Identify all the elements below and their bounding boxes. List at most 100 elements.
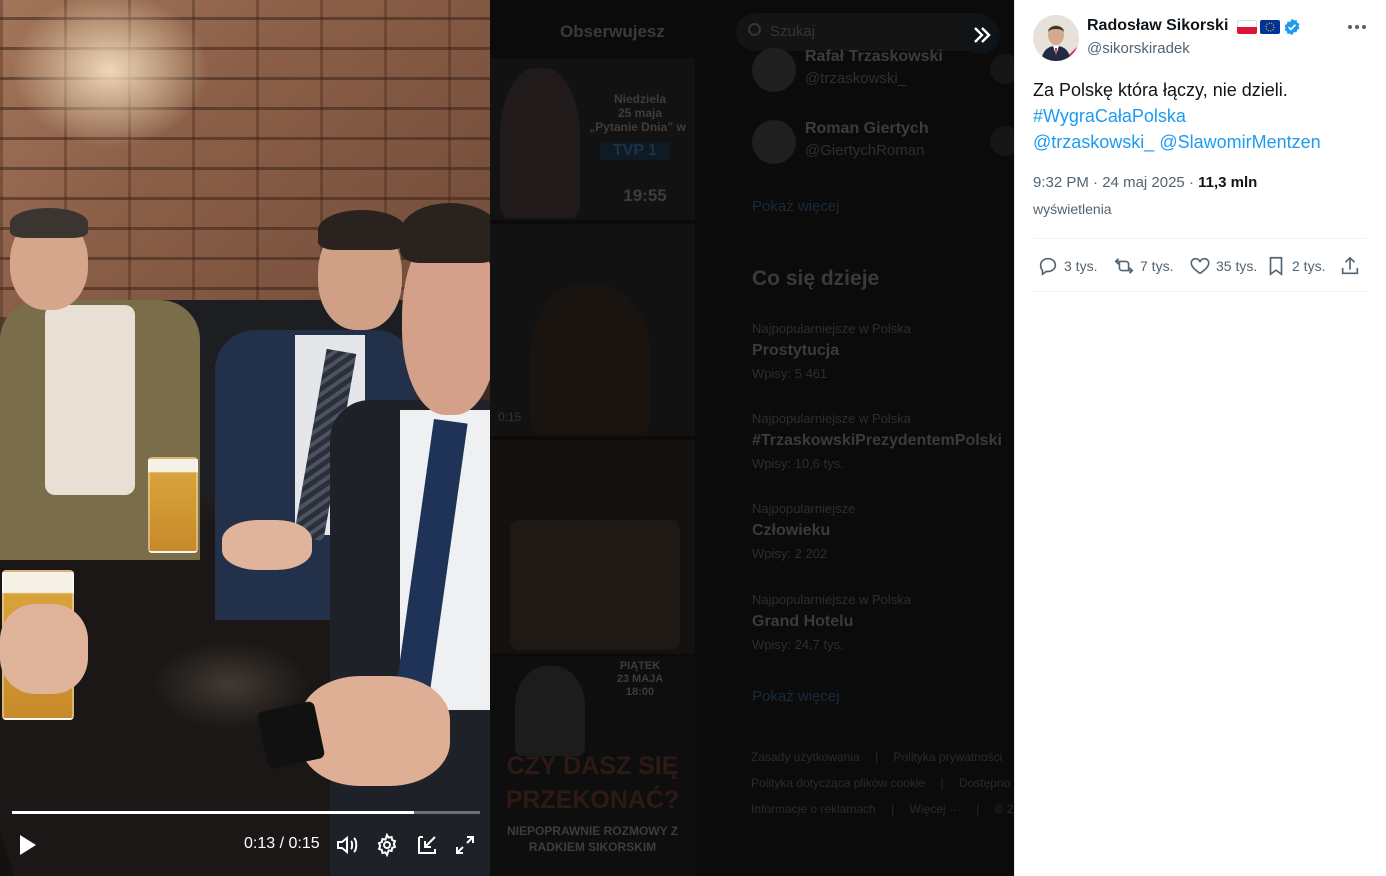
more-options-icon[interactable] [1345, 16, 1369, 36]
bookmark-button[interactable]: 2 tys. [1265, 252, 1325, 280]
suggestion-name: Roman Giertych [805, 120, 929, 137]
trend-item: Najpopularniejsze w Polska Prostytucja W… [752, 321, 911, 381]
trend-title: Człowieku [752, 522, 831, 539]
repost-icon [1114, 258, 1134, 274]
poster-line1: Niedziela [613, 92, 667, 106]
search-box: Szukaj [736, 13, 996, 51]
avatar-portrait [1033, 15, 1079, 61]
divider [1033, 238, 1367, 239]
footer-line: Zasady użytkowania | Polityka prywatnośc… [751, 750, 1003, 764]
poland-flag-icon [1237, 20, 1257, 34]
video-hand [222, 520, 312, 570]
mention-link[interactable]: @SlawomirMentzen [1159, 132, 1320, 152]
trend-item: Najpopularniejsze w Polska Grand Hotelu … [752, 592, 911, 652]
tweet-detail-panel: Radosław Sikorski @sikorskiradek Za Pols… [1014, 0, 1386, 876]
author-name[interactable]: Radosław Sikorski [1087, 17, 1228, 35]
video-progress-fill [12, 811, 415, 814]
video-controls: 0:13 / 0:15 [0, 826, 490, 866]
video-beer-glass [148, 457, 198, 553]
book-sub2: RADKIEM SIKORSKIM [528, 840, 657, 854]
footer-link: Informacje o reklamach [751, 802, 876, 816]
book-title1: CZY DASZ SIĘ [506, 752, 679, 780]
following-tab: Obserwujesz [560, 22, 665, 41]
like-button[interactable]: 35 tys. [1189, 252, 1257, 280]
trend-context: Najpopularniejsze w Polska [752, 592, 911, 607]
video-current-time: 0:13 [244, 835, 276, 852]
reply-button[interactable]: 3 tys. [1037, 252, 1097, 280]
tweet-actions: 3 tys. 7 tys. 35 tys. 2 tys. [1033, 252, 1367, 280]
video-phone [256, 700, 326, 770]
verified-badge-icon [1284, 18, 1300, 36]
follow-button [990, 126, 1014, 156]
divider [1033, 291, 1367, 292]
show-more-link: Pokaż więcej [752, 688, 840, 705]
search-icon [748, 23, 761, 36]
search-placeholder: Szukaj [770, 23, 816, 40]
video-hand [0, 604, 88, 694]
book-date2: 23 MAJA [616, 673, 664, 685]
tweet-time[interactable]: 9:32 PM [1033, 174, 1089, 191]
share-button[interactable] [1339, 252, 1361, 280]
thumb-video-time: 0:15 [498, 410, 522, 424]
trend-context: Najpopularniejsze w Polska [752, 411, 911, 426]
play-icon[interactable] [20, 835, 36, 855]
double-chevron-right-icon [974, 27, 991, 43]
trend-title: Prostytucja [752, 342, 840, 359]
poster-channel: TVP 1 [600, 142, 670, 160]
reply-count: 3 tys. [1064, 258, 1098, 274]
expand-panel-button[interactable] [962, 16, 1000, 54]
repost-count: 7 tys. [1140, 258, 1174, 274]
avatar [752, 120, 796, 164]
tweet-timestamp: 9:32 PM · 24 maj 2025 · 11,3 mln [1033, 174, 1257, 191]
avatar [752, 48, 796, 92]
bookmark-count: 2 tys. [1292, 258, 1326, 274]
footer-link: Polityka prywatności [893, 750, 1003, 764]
repost-button[interactable]: 7 tys. [1113, 252, 1173, 280]
trend-item: Najpopularniejsze Człowieku Wpisy: 2 202 [752, 501, 855, 561]
footer-link: Polityka dotycząca plików cookie [751, 776, 926, 790]
settings-gear-icon[interactable] [375, 833, 399, 857]
mention-link[interactable]: @trzaskowski_ [1033, 132, 1154, 152]
volume-icon[interactable] [335, 833, 359, 857]
trend-count: Wpisy: 5 461 [752, 366, 828, 381]
suggestion-handle: @trzaskowski_ [805, 70, 907, 87]
trend-count: Wpisy: 2 202 [752, 546, 828, 561]
tweet-text-line: Za Polskę która łączy, nie dzieli. [1033, 80, 1288, 100]
trend-context: Najpopularniejsze w Polska [752, 321, 911, 336]
video-time: 0:13 / 0:15 [244, 835, 320, 853]
like-count: 35 tys. [1216, 258, 1258, 274]
bookmark-icon [1269, 256, 1283, 276]
reply-icon [1039, 257, 1057, 276]
book-sub1: NIEPOPRAWNIE ROZMOWY Z [506, 824, 679, 838]
media-thumbnail-crowd [490, 440, 695, 654]
footer-line: Informacje o reklamach | Więcej ··· | © … [751, 802, 1014, 816]
avatar[interactable] [1033, 15, 1079, 61]
picture-in-picture-icon[interactable] [415, 833, 439, 857]
poster-line3: „Pytanie Dnia” w [589, 120, 686, 134]
views-count: 11,3 mln [1198, 174, 1258, 191]
video-hand [300, 676, 450, 786]
tweet-date[interactable]: 24 maj 2025 [1102, 174, 1185, 191]
media-thumbnail-book: PIĄTEK 23 MAJA 18:00 CZY DASZ SIĘ PRZEKO… [490, 656, 695, 876]
meta-separator: · [1088, 174, 1103, 191]
eu-flag-icon [1260, 20, 1280, 34]
views-label: wyświetlenia [1033, 201, 1112, 217]
suggestion-handle: @GiertychRoman [805, 142, 925, 159]
footer-link: Dostępno [958, 776, 1011, 790]
show-more-link: Pokaż więcej [752, 198, 840, 215]
poster-time: 19:55 [623, 186, 667, 205]
footer-link: © 20 [994, 802, 1014, 816]
video-player[interactable]: 0:13 / 0:15 [0, 0, 490, 876]
video-progress-bar[interactable] [12, 811, 480, 814]
meta-separator: · [1184, 174, 1199, 191]
trend-count: Wpisy: 10,6 tys. [752, 456, 844, 471]
footer-line: Polityka dotycząca plików cookie | Dostę… [751, 776, 1011, 790]
video-duration: 0:15 [288, 835, 320, 852]
author-handle[interactable]: @sikorskiradek [1087, 40, 1190, 57]
trending-heading: Co się dzieje [752, 267, 880, 290]
trend-title: Grand Hotelu [752, 613, 854, 630]
fullscreen-icon[interactable] [453, 833, 477, 857]
hashtag-link[interactable]: #WygraCałaPolska [1033, 103, 1373, 129]
book-title2: PRZEKONAĆ? [505, 786, 680, 814]
trend-context: Najpopularniejsze [752, 501, 856, 516]
